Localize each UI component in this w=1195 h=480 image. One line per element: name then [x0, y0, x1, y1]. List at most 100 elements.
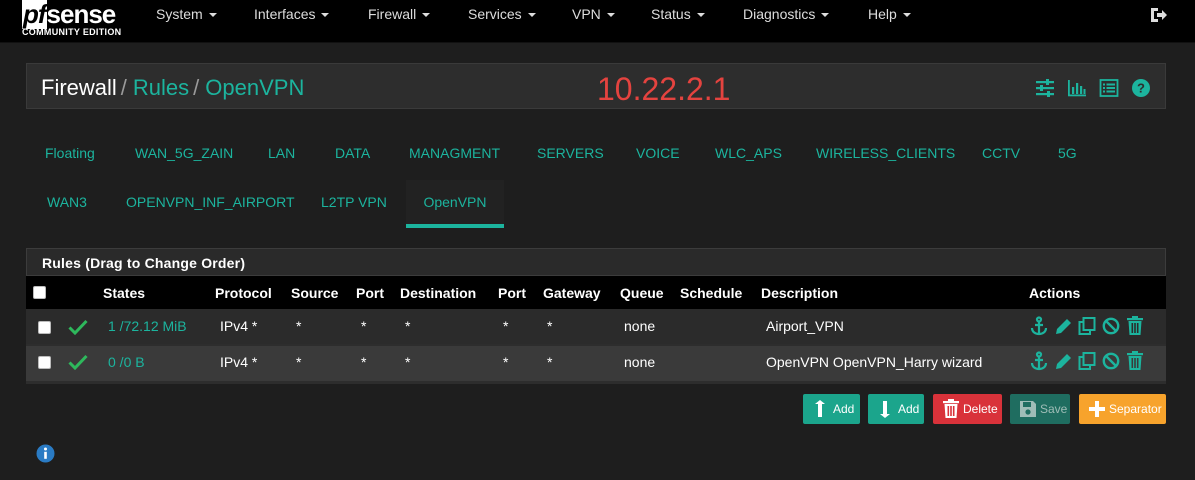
logout-icon[interactable]: [1149, 6, 1167, 24]
logo-pf: pf: [22, 0, 47, 29]
states-cell[interactable]: 1 /72.12 MiB: [108, 318, 187, 334]
col-description: Description: [761, 285, 839, 301]
tab-data[interactable]: DATA: [315, 131, 390, 175]
nav-services[interactable]: Services: [468, 0, 536, 42]
nav-status[interactable]: Status: [651, 0, 705, 42]
breadcrumb-panel: Firewall / Rules / OpenVPN 10.22.2.1 ?: [26, 63, 1166, 109]
arrow-up-icon: [815, 400, 825, 417]
pencil-icon[interactable]: [1054, 351, 1072, 371]
protocol-cell: IPv4 *: [220, 354, 258, 370]
list-icon[interactable]: [1099, 78, 1119, 98]
pencil-icon[interactable]: [1054, 316, 1072, 336]
tab-floating[interactable]: Floating: [25, 131, 115, 175]
select-all-checkbox[interactable]: [33, 286, 46, 299]
col-source: Source: [291, 285, 339, 301]
anchor-icon[interactable]: [1030, 316, 1048, 336]
table-row[interactable]: 1 /72.12 MiB IPv4 * * * * * * none Airpo…: [26, 309, 1166, 344]
separator-button[interactable]: Separator: [1079, 394, 1166, 424]
row-checkbox[interactable]: [38, 356, 51, 369]
queue-cell: none: [624, 318, 656, 334]
anchor-icon[interactable]: [1030, 351, 1048, 371]
caret-down-icon: [422, 13, 431, 18]
states-cell[interactable]: 0 /0 B: [108, 354, 145, 370]
nav-firewall[interactable]: Firewall: [368, 0, 431, 42]
table-row[interactable]: 0 /0 B IPv4 * * * * * * none OpenVPN Ope…: [26, 346, 1166, 381]
breadcrumb-rules[interactable]: Rules: [133, 75, 189, 100]
row-checkbox[interactable]: [38, 321, 51, 334]
chart-icon[interactable]: [1067, 78, 1087, 98]
add-bottom-button[interactable]: Add: [868, 394, 924, 424]
tab-wireless-clients[interactable]: WIRELESS_CLIENTS: [796, 131, 975, 175]
rules-table-header: States Protocol Source Port Destination …: [26, 276, 1166, 309]
info-icon[interactable]: [36, 444, 55, 463]
host-ip: 10.22.2.1: [597, 71, 731, 107]
col-states: States: [103, 285, 146, 301]
destination-cell: *: [405, 318, 411, 334]
caret-down-icon: [696, 13, 705, 18]
caret-down-icon: [902, 13, 911, 18]
breadcrumb-separator: /: [120, 75, 127, 100]
source-port-cell: *: [361, 318, 367, 334]
trash-icon: [943, 399, 959, 418]
protocol-cell: IPv4 *: [220, 318, 258, 334]
gateway-cell: *: [547, 354, 553, 370]
delete-button[interactable]: Delete: [933, 394, 1002, 424]
nav-help[interactable]: Help: [868, 0, 911, 42]
help-icon[interactable]: ?: [1131, 78, 1151, 98]
logo-sense: sense: [46, 0, 117, 29]
nav-system[interactable]: System: [156, 0, 217, 42]
add-top-button[interactable]: Add: [803, 394, 860, 424]
col-source-port: Port: [356, 285, 384, 301]
trash-icon[interactable]: [1126, 316, 1144, 336]
description-cell: OpenVPN OpenVPN_Harry wizard: [766, 354, 983, 370]
edition-label: COMMUNITY EDITION: [22, 27, 122, 37]
copy-icon[interactable]: [1078, 316, 1096, 336]
col-destination: Destination: [400, 285, 477, 301]
tab-voice[interactable]: VOICE: [616, 131, 700, 175]
tab-wan-5g-zain[interactable]: WAN_5G_ZAIN: [115, 131, 253, 175]
col-protocol: Protocol: [215, 285, 272, 301]
queue-cell: none: [624, 354, 656, 370]
tab-openvpn-inf-airport[interactable]: OPENVPN_INF_AIRPORT: [106, 180, 315, 224]
description-cell: Airport_VPN: [766, 318, 844, 334]
tab-lan[interactable]: LAN: [248, 131, 315, 175]
destination-port-cell: *: [503, 318, 509, 334]
source-cell: *: [296, 318, 302, 334]
destination-cell: *: [405, 354, 411, 370]
col-actions: Actions: [1029, 285, 1081, 301]
copy-icon[interactable]: [1078, 351, 1096, 371]
disable-icon[interactable]: [1102, 351, 1120, 371]
save-button[interactable]: Save: [1010, 394, 1070, 424]
rules-panel: Rules (Drag to Change Order) States Prot…: [26, 248, 1166, 384]
rules-panel-header: Rules (Drag to Change Order): [26, 248, 1166, 276]
col-queue: Queue: [620, 285, 664, 301]
tab-5g[interactable]: 5G: [1038, 131, 1097, 175]
tab-openvpn[interactable]: OpenVPN: [406, 180, 504, 228]
breadcrumb-separator: /: [193, 75, 200, 100]
nav-diagnostics[interactable]: Diagnostics: [743, 0, 830, 42]
sliders-icon[interactable]: [1035, 78, 1055, 98]
breadcrumb-icons: ?: [1027, 78, 1151, 98]
trash-icon[interactable]: [1126, 351, 1144, 371]
col-gateway: Gateway: [543, 285, 601, 301]
tab-servers[interactable]: SERVERS: [517, 131, 624, 175]
rules-title: Rules (Drag to Change Order): [42, 255, 246, 271]
tab-managment[interactable]: MANAGMENT: [389, 131, 520, 175]
nav-vpn[interactable]: VPN: [572, 0, 615, 42]
row-actions: [1030, 316, 1146, 336]
caret-down-icon: [208, 13, 217, 18]
tab-wan3[interactable]: WAN3: [27, 180, 107, 224]
disable-icon[interactable]: [1102, 316, 1120, 336]
nav-interfaces[interactable]: Interfaces: [254, 0, 330, 42]
check-icon: [68, 354, 88, 370]
tab-cctv[interactable]: CCTV: [962, 131, 1040, 175]
tab-l2tp-vpn[interactable]: L2TP VPN: [301, 180, 407, 224]
check-icon: [68, 319, 88, 335]
tab-wlc-aps[interactable]: WLC_APS: [695, 131, 802, 175]
source-cell: *: [296, 354, 302, 370]
gateway-cell: *: [547, 318, 553, 334]
breadcrumb-openvpn[interactable]: OpenVPN: [205, 75, 304, 100]
pfsense-logo[interactable]: pfsense COMMUNITY EDITION: [22, 0, 132, 40]
col-destination-port: Port: [498, 285, 526, 301]
caret-down-icon: [821, 13, 830, 18]
